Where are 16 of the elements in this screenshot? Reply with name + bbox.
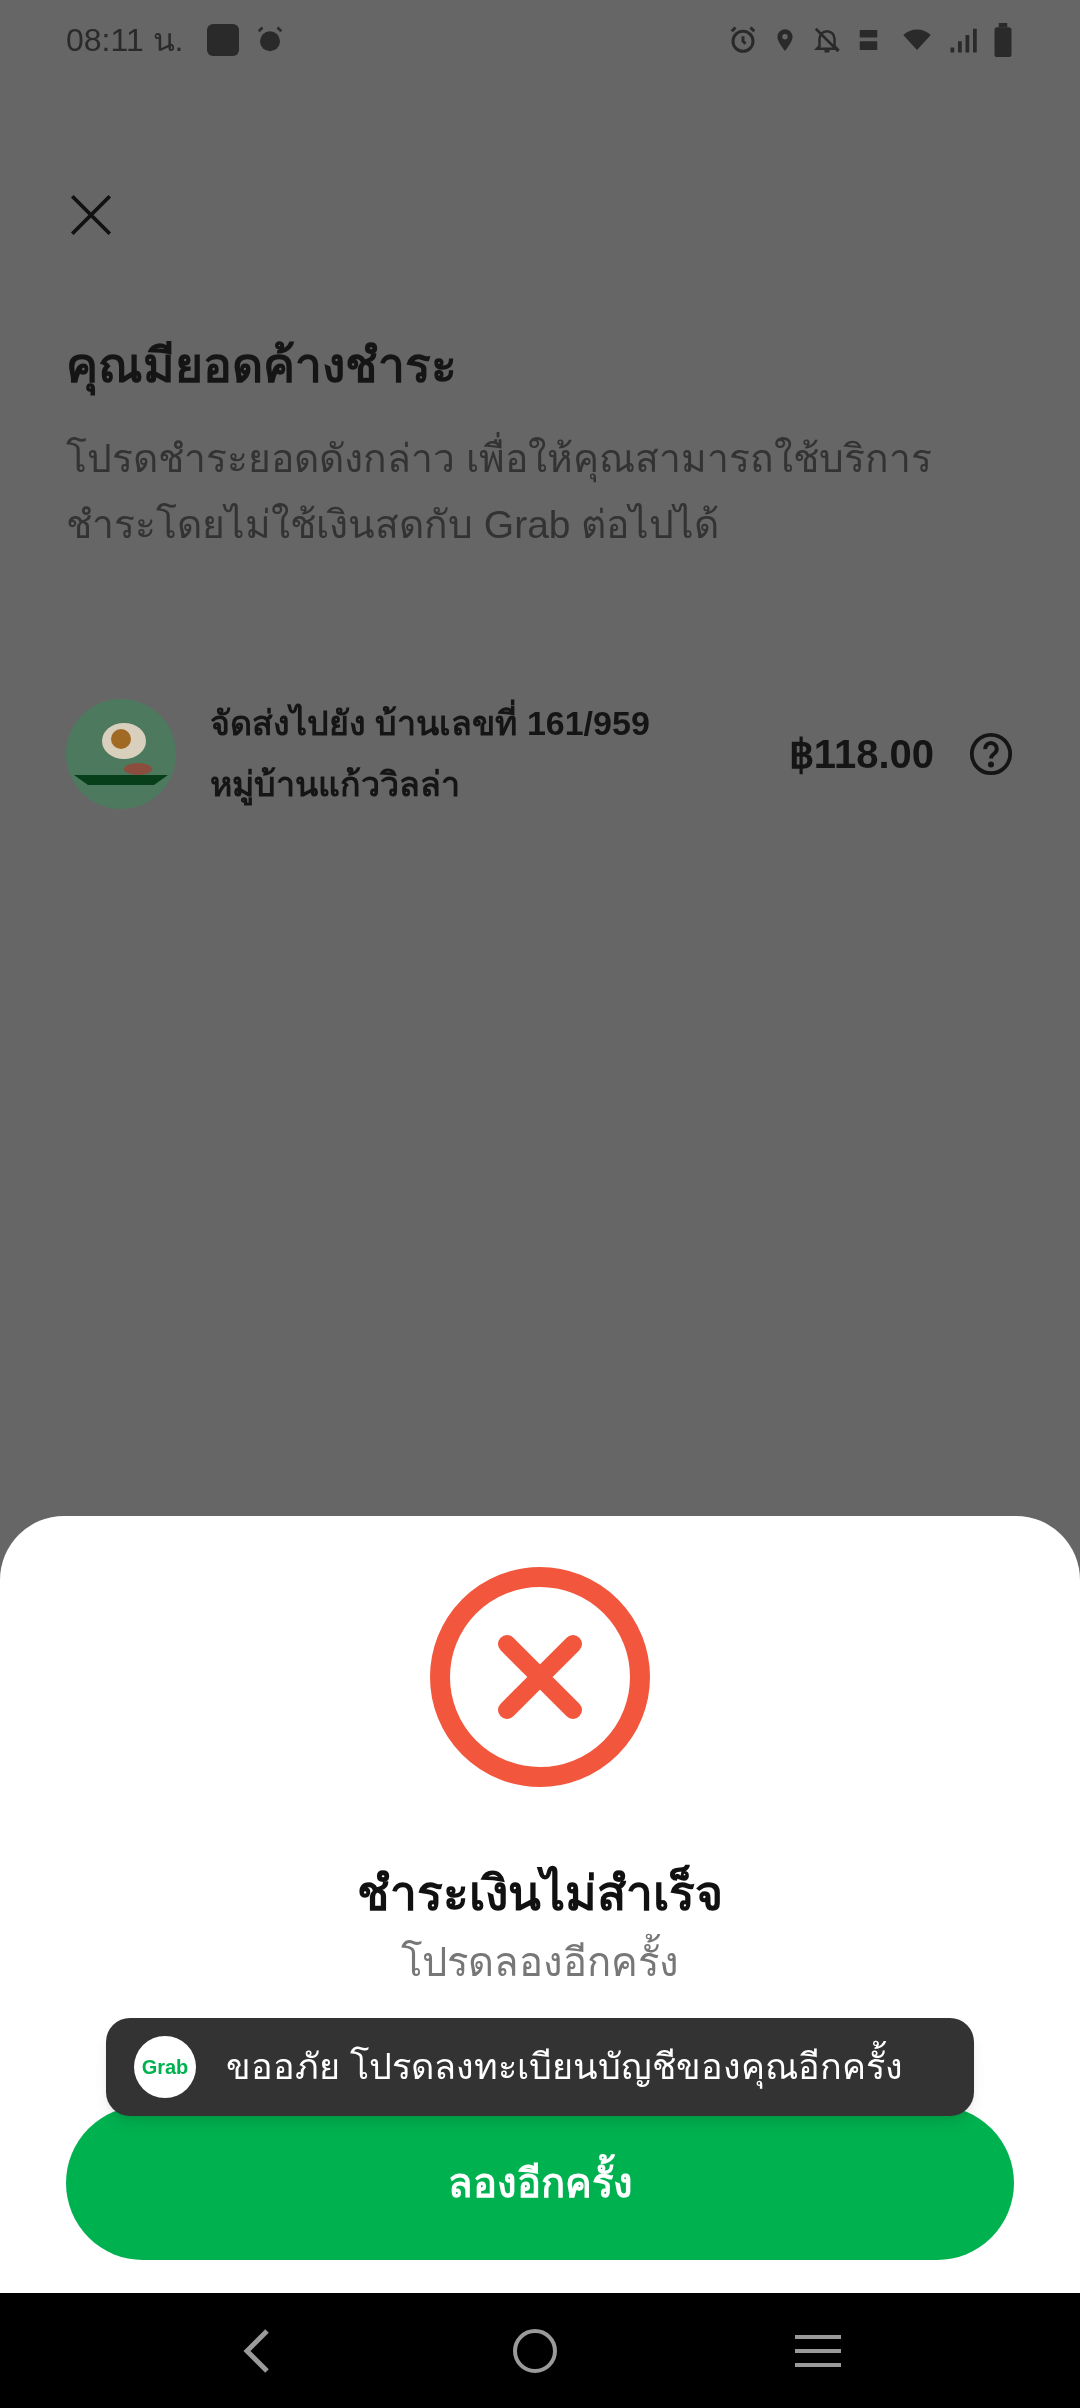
toast-message: ขออภัย โปรดลงทะเบียนบัญชีของคุณอีกครั้ง	[226, 2040, 903, 2094]
app-notification-icon	[207, 24, 240, 56]
status-time: 08:11 น.	[66, 21, 184, 60]
sheet-subtitle: โปรดลองอีกครั้ง	[401, 1934, 679, 1990]
order-address: หมู่บ้านแก้ววิลล่า	[210, 759, 789, 810]
help-icon[interactable]	[968, 731, 1014, 777]
order-amount: ฿118.00	[788, 731, 934, 778]
error-icon	[429, 1566, 651, 1788]
alarm-icon	[728, 25, 758, 55]
food-picture-icon	[66, 699, 176, 809]
battery-icon	[992, 23, 1014, 57]
app-logo-icon: Grab	[134, 2036, 196, 2098]
order-address: จัดส่งไปยัง บ้านเลขที่ 161/959	[210, 698, 789, 749]
page-title: คุณมียอดค้างชำระ	[66, 330, 1014, 402]
muted-bell-icon	[812, 25, 842, 55]
sheet-title: ชำระเงินไม่สำเร็จ	[357, 1858, 723, 1930]
